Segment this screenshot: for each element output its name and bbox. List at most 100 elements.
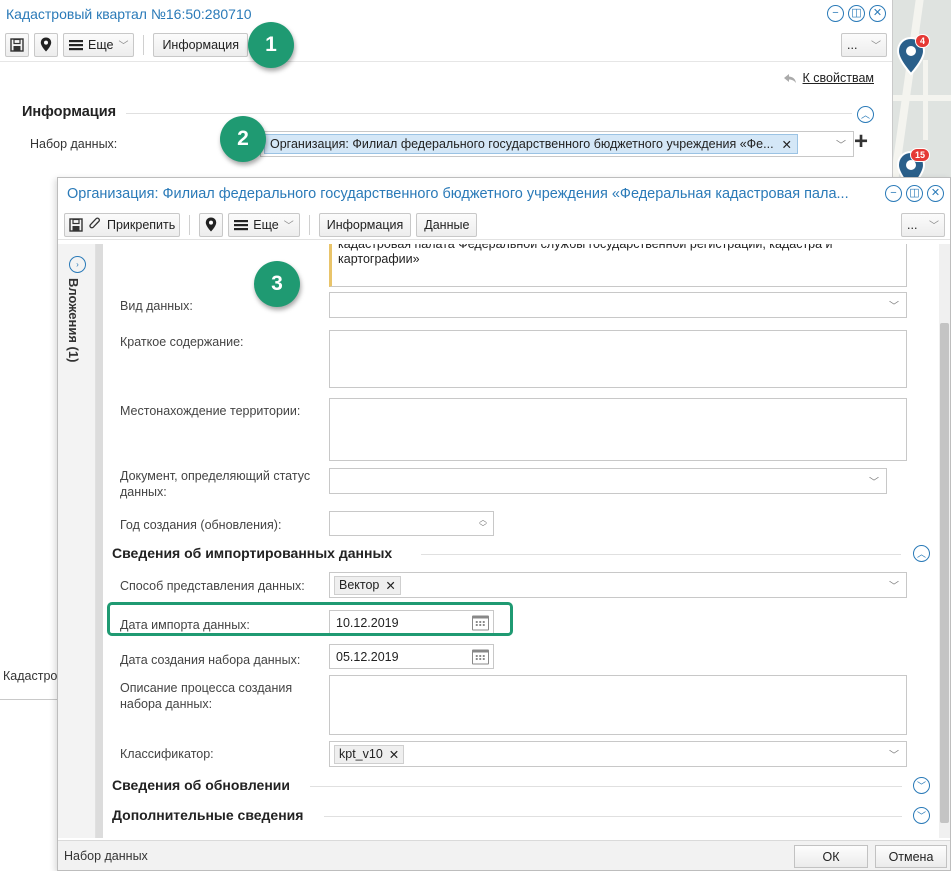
info-tab-button[interactable]: Информация — [318, 212, 412, 237]
section-divider — [310, 786, 902, 787]
panel-splitter[interactable] — [96, 244, 103, 838]
save-attach-button[interactable]: Прикрепить — [64, 212, 181, 237]
creation-date-label: Дата создания набора данных: — [120, 653, 301, 667]
dialog-title: Организация: Филиал федерального государ… — [67, 186, 849, 202]
classifier-select[interactable]: kpt_v10 ✕ ﹀ — [329, 741, 907, 767]
year-spinner[interactable]: ︿ ﹀ — [329, 511, 494, 536]
dataset-label: Набор данных: — [30, 137, 118, 151]
footer-status-text: Набор данных — [64, 849, 148, 863]
chevron-down-icon[interactable]: ﹀ — [836, 137, 846, 152]
cancel-button[interactable]: Отмена — [875, 845, 947, 868]
map-background[interactable]: 4 15 — [890, 0, 951, 190]
dataset-tag-label: Организация: Филиал федерального государ… — [270, 137, 774, 151]
toolbar-divider — [308, 214, 310, 235]
scrollbar[interactable] — [939, 244, 950, 838]
expand-icon[interactable]: ﹀ — [913, 807, 930, 824]
remove-chip-icon[interactable]: ✕ — [389, 747, 399, 762]
annotation-marker-1: 1 — [248, 22, 294, 68]
minimize-icon[interactable]: − — [827, 5, 844, 22]
imported-section-title: Сведения об импортированных данных — [112, 545, 393, 561]
window-controls: − ◫ ✕ — [827, 5, 886, 22]
back-arrow-icon — [783, 73, 796, 83]
restore-icon[interactable]: ◫ — [906, 185, 923, 202]
annotation-marker-3: 3 — [254, 261, 300, 307]
back-to-properties-link[interactable]: К свойствам — [783, 71, 874, 85]
process-description-label: Описание процесса создания набора данных… — [120, 681, 293, 711]
section-divider — [421, 554, 901, 555]
section-divider — [126, 113, 852, 114]
minimize-icon[interactable]: − — [885, 185, 902, 202]
remove-tag-icon[interactable]: ✕ — [782, 137, 792, 152]
dataset-tag[interactable]: Организация: Филиал федерального государ… — [264, 134, 799, 154]
overflow-label: ... — [847, 37, 858, 52]
more-menu-button[interactable]: Еще ﹀ — [228, 212, 300, 237]
spinner-arrows-icon[interactable]: ︿ ﹀ — [479, 515, 487, 532]
collapse-icon[interactable]: ︿ — [913, 545, 930, 562]
info-section-title: Информация — [22, 104, 117, 120]
remove-chip-icon[interactable]: ✕ — [385, 578, 395, 593]
locate-button[interactable] — [34, 32, 58, 57]
expand-panel-icon[interactable]: › — [69, 256, 86, 273]
window-title: Кадастровый квартал №16:50:280710 — [6, 6, 252, 22]
location-pin-icon — [206, 217, 217, 232]
attach-label: Прикрепить — [107, 217, 176, 232]
overflow-menu-button[interactable]: ... ﹀ — [841, 32, 887, 57]
toolbar: Еще ﹀ Информация ... ﹀ — [0, 28, 892, 62]
pin-count-badge: 15 — [909, 148, 930, 162]
summary-textarea[interactable] — [329, 330, 907, 388]
calendar-icon[interactable] — [472, 649, 489, 664]
clipped-status-text: Кадастров — [3, 669, 64, 683]
organization-textarea[interactable]: кадастровая палата Федеральной службы го… — [329, 244, 907, 287]
import-date-highlight — [107, 602, 513, 636]
classifier-chip-label: kpt_v10 — [339, 747, 383, 761]
info-tab-label: Информация — [162, 37, 239, 52]
extra-section-title[interactable]: Дополнительные сведения — [112, 807, 303, 823]
chevron-down-icon: ﹀ — [871, 41, 881, 52]
overflow-menu-button[interactable]: ... ﹀ — [901, 212, 945, 237]
ok-button[interactable]: ОК — [794, 845, 868, 868]
annotation-marker-2: 2 — [220, 116, 266, 162]
data-tab-label: Данные — [424, 217, 470, 232]
expand-icon[interactable]: ﹀ — [913, 777, 930, 794]
save-icon — [10, 37, 24, 52]
status-document-select[interactable]: ﹀ — [329, 468, 887, 494]
creation-date-value: 05.12.2019 — [336, 649, 399, 664]
toolbar-divider — [143, 34, 145, 55]
save-button[interactable] — [5, 32, 29, 57]
process-description-textarea[interactable] — [329, 675, 907, 735]
data-type-label: Вид данных: — [120, 299, 193, 313]
dataset-field[interactable]: Организация: Филиал федерального государ… — [260, 131, 854, 157]
more-menu-button[interactable]: Еще ﹀ — [63, 32, 135, 57]
map-pin-icon[interactable]: 4 — [896, 34, 930, 76]
info-tab-button[interactable]: Информация — [153, 32, 248, 57]
scrollbar-thumb[interactable] — [940, 323, 949, 823]
chevron-down-icon: ﹀ — [929, 221, 939, 232]
attachments-side-panel: › Вложения (1) — [58, 244, 96, 838]
data-tab-button[interactable]: Данные — [416, 212, 478, 237]
menu-icon — [69, 39, 83, 50]
add-dataset-button[interactable]: + — [854, 128, 868, 156]
method-chip: Вектор ✕ — [334, 575, 401, 595]
chevron-down-icon: ﹀ — [889, 301, 899, 313]
location-pin-icon — [40, 37, 52, 52]
close-icon[interactable]: ✕ — [869, 5, 886, 22]
close-icon[interactable]: ✕ — [927, 185, 944, 202]
attachments-tab[interactable]: Вложения (1) — [66, 278, 81, 362]
representation-method-select[interactable]: Вектор ✕ ﹀ — [329, 572, 907, 598]
creation-date-field[interactable]: 05.12.2019 — [329, 644, 494, 669]
dialog-toolbar: Прикрепить Еще ﹀ Информация Данные ... ﹀ — [58, 210, 950, 240]
classifier-label: Классификатор: — [120, 747, 214, 761]
territory-location-textarea[interactable] — [329, 398, 907, 461]
status-document-label: Документ, определяющий статус данных: — [120, 469, 311, 499]
overflow-label: ... — [907, 217, 918, 232]
update-section-title[interactable]: Сведения об обновлении — [112, 777, 290, 793]
restore-icon[interactable]: ◫ — [848, 5, 865, 22]
collapse-icon[interactable]: ︿ — [857, 106, 874, 123]
data-type-select[interactable]: ﹀ — [329, 292, 907, 318]
section-divider — [324, 816, 902, 817]
locate-button[interactable] — [199, 212, 224, 237]
pin-count-badge: 4 — [914, 34, 930, 48]
dialog-form: кадастровая палата Федеральной службы го… — [103, 244, 941, 838]
menu-icon — [234, 219, 249, 230]
chevron-down-icon: ﹀ — [889, 581, 899, 593]
